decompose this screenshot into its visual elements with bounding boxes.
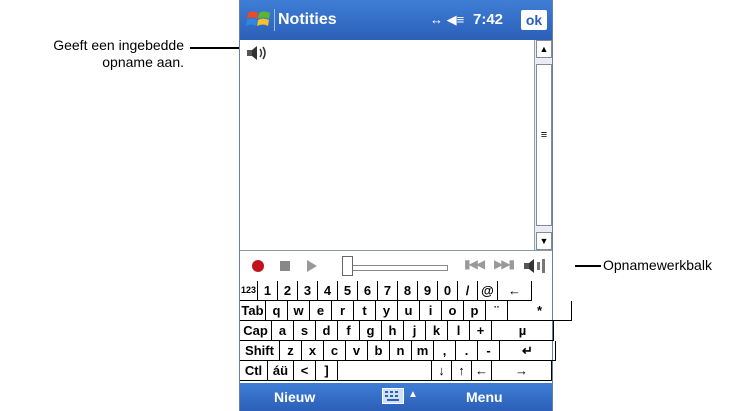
- key[interactable]: →: [492, 361, 552, 381]
- keyboard-icon[interactable]: [382, 388, 404, 404]
- keyboard-row: Ctl áü <] ↓ ↑ ← →: [240, 361, 552, 381]
- key[interactable]: 9: [418, 281, 438, 301]
- new-button[interactable]: Nieuw: [274, 389, 315, 405]
- key[interactable]: ↵: [500, 341, 556, 361]
- soft-keyboard: 123 1 2 3 4 5 6 7 8 9 0/@ ← Tab q w e r t y u i o p ¨ * Cap a s d f g h…: [240, 281, 572, 383]
- callout-line-right: [575, 265, 601, 267]
- keyboard-row: 123 1 2 3 4 5 6 7 8 9 0/@ ←: [240, 281, 532, 301]
- key[interactable]: 2: [278, 281, 298, 301]
- key[interactable]: Cap: [240, 321, 272, 341]
- callout-embedded-recording: Geeft een ingebedde opname aan.: [53, 37, 184, 70]
- key[interactable]: ,: [434, 341, 456, 361]
- callout-recording-toolbar: Opnamewerkbalk: [603, 257, 712, 273]
- key[interactable]: 4: [318, 281, 338, 301]
- key[interactable]: v: [346, 341, 368, 361]
- speaker-icon[interactable]: [522, 256, 548, 276]
- menu-button[interactable]: Menu: [466, 389, 503, 405]
- key[interactable]: 1: [258, 281, 278, 301]
- recording-toolbar: ▮◀◀ ▶▶▮: [240, 250, 552, 282]
- key[interactable]: y: [376, 301, 398, 321]
- playback-slider[interactable]: [342, 265, 448, 271]
- key[interactable]: -: [478, 341, 500, 361]
- status-icons[interactable]: ↔ ◀≡: [430, 12, 464, 28]
- key[interactable]: /: [458, 281, 478, 301]
- key[interactable]: q: [266, 301, 288, 321]
- key[interactable]: i: [420, 301, 442, 321]
- keyboard-row: Tab q w e r t y u i o p ¨ *: [240, 301, 572, 321]
- key[interactable]: Tab: [240, 301, 266, 321]
- key[interactable]: ←: [472, 361, 492, 381]
- key[interactable]: u: [398, 301, 420, 321]
- key[interactable]: 0: [438, 281, 458, 301]
- windows-flag-icon[interactable]: [246, 9, 272, 31]
- playback-slider-thumb[interactable]: [342, 256, 353, 276]
- key[interactable]: 5: [338, 281, 358, 301]
- key[interactable]: r: [332, 301, 354, 321]
- key[interactable]: .: [456, 341, 478, 361]
- key[interactable]: s: [294, 321, 316, 341]
- ok-button[interactable]: ok: [521, 10, 547, 30]
- key[interactable]: t: [354, 301, 376, 321]
- keyboard-row: Shift z x c v b n m,. - ↵: [240, 341, 556, 361]
- key[interactable]: Ctl: [240, 361, 268, 381]
- key[interactable]: Shift: [240, 341, 280, 361]
- key[interactable]: 123: [240, 281, 258, 301]
- key[interactable]: o: [442, 301, 464, 321]
- key[interactable]: e: [310, 301, 332, 321]
- vertical-scrollbar[interactable]: ▲ ≡ ▼: [534, 40, 552, 250]
- key[interactable]: ↑: [452, 361, 472, 381]
- scroll-up-button[interactable]: ▲: [536, 40, 552, 58]
- key[interactable]: ]: [316, 361, 338, 381]
- key[interactable]: x: [302, 341, 324, 361]
- input-method-arrow[interactable]: ▲: [408, 389, 418, 400]
- key[interactable]: k: [426, 321, 448, 341]
- menu-bar: Nieuw ▲ Menu: [240, 383, 552, 411]
- key[interactable]: l: [448, 321, 470, 341]
- key[interactable]: +: [470, 321, 492, 341]
- key[interactable]: áü: [268, 361, 294, 381]
- key[interactable]: µ: [492, 321, 554, 341]
- key[interactable]: ¨: [486, 301, 508, 321]
- callout-line-left: [190, 47, 243, 49]
- key[interactable]: a: [272, 321, 294, 341]
- key[interactable]: d: [316, 321, 338, 341]
- record-button[interactable]: [249, 257, 267, 275]
- stop-button[interactable]: [276, 257, 294, 275]
- title-separator: [274, 9, 275, 31]
- skip-forward-button[interactable]: ▶▶▮: [494, 257, 515, 271]
- key[interactable]: *: [508, 301, 572, 321]
- key[interactable]: p: [464, 301, 486, 321]
- scroll-down-button[interactable]: ▼: [536, 232, 552, 250]
- key[interactable]: z: [280, 341, 302, 361]
- key[interactable]: 6: [358, 281, 378, 301]
- embedded-recording-icon[interactable]: [246, 45, 270, 61]
- key[interactable]: ←: [498, 281, 532, 301]
- title-bar: Notities ↔ ◀≡ 7:42 ok: [240, 0, 552, 40]
- key[interactable]: m: [412, 341, 434, 361]
- key[interactable]: <: [294, 361, 316, 381]
- key[interactable]: [338, 361, 432, 381]
- key[interactable]: f: [338, 321, 360, 341]
- key[interactable]: g: [360, 321, 382, 341]
- clock[interactable]: 7:42: [473, 11, 503, 28]
- key[interactable]: j: [404, 321, 426, 341]
- key[interactable]: b: [368, 341, 390, 361]
- key[interactable]: n: [390, 341, 412, 361]
- note-editor[interactable]: [240, 40, 534, 250]
- skip-back-button[interactable]: ▮◀◀: [464, 257, 485, 271]
- play-button[interactable]: [302, 257, 320, 275]
- key[interactable]: 8: [398, 281, 418, 301]
- app-title: Notities: [278, 11, 337, 28]
- key[interactable]: 3: [298, 281, 318, 301]
- scroll-thumb[interactable]: ≡: [536, 64, 552, 226]
- key[interactable]: c: [324, 341, 346, 361]
- key[interactable]: @: [478, 281, 498, 301]
- keyboard-row: Cap a s d f g h j k l + µ: [240, 321, 554, 341]
- key[interactable]: 7: [378, 281, 398, 301]
- pocketpc-screen: Notities ↔ ◀≡ 7:42 ok ▲ ≡ ▼ ▮◀◀ ▶▶▮ 123 1…: [239, 0, 572, 411]
- key[interactable]: h: [382, 321, 404, 341]
- key[interactable]: ↓: [432, 361, 452, 381]
- key[interactable]: w: [288, 301, 310, 321]
